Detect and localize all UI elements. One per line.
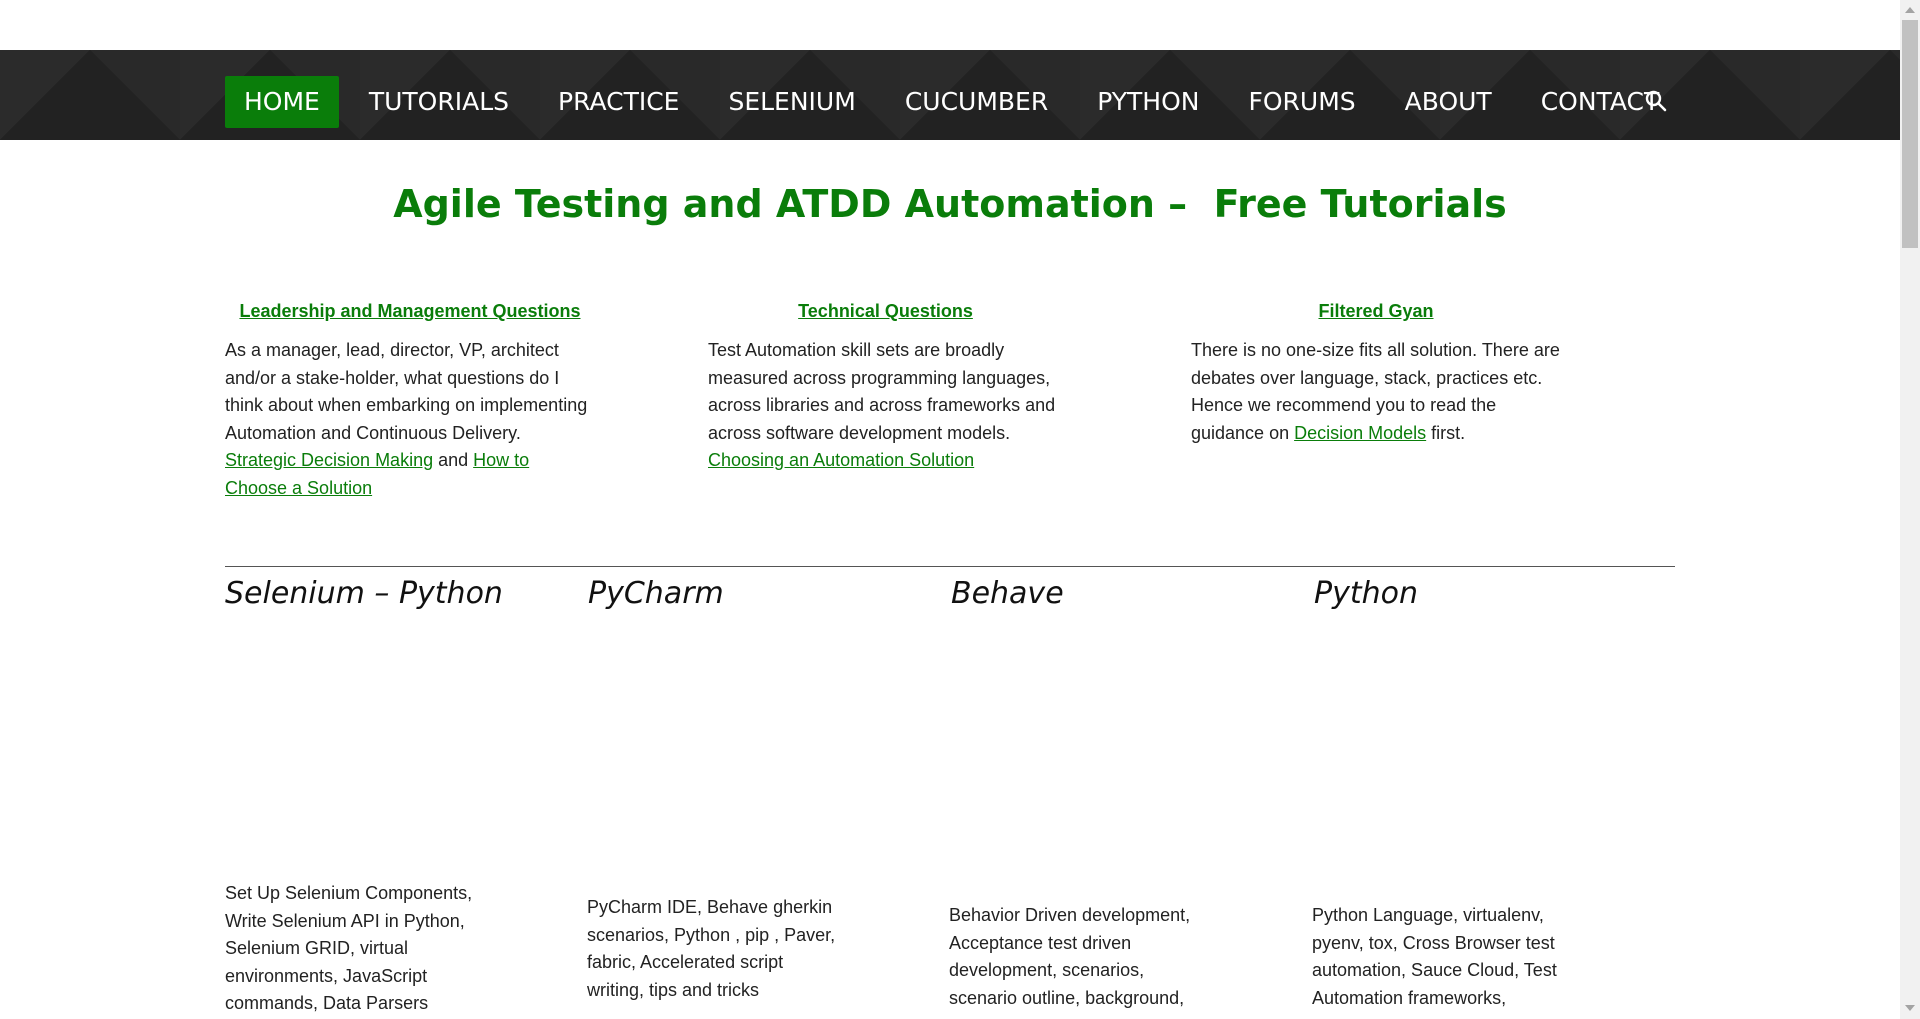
leadership-heading-link[interactable]: Leadership and Management Questions xyxy=(225,299,595,323)
tile-desc-pycharm: PyCharm IDE, Behave gherkin scenarios, P… xyxy=(587,897,836,1000)
section-divider xyxy=(225,566,1675,567)
nav-python[interactable]: PYTHON xyxy=(1078,76,1218,128)
gyan-text: There is no one-size fits all solution. … xyxy=(1191,337,1561,447)
leadership-body: As a manager, lead, director, VP, archit… xyxy=(225,340,588,443)
tile-title-selenium-python[interactable]: Selenium – Python xyxy=(225,576,503,611)
tile-desc-behave: Behavior Driven development, Acceptance … xyxy=(949,905,1191,1008)
nav-forums[interactable]: FORUMS xyxy=(1229,76,1374,128)
gyan-column: Filtered Gyan There is no one-size fits … xyxy=(1191,299,1561,447)
technical-heading-link[interactable]: Technical Questions xyxy=(708,299,1063,323)
nav-selenium[interactable]: SELENIUM xyxy=(709,76,874,128)
scrollbar-thumb[interactable] xyxy=(1902,20,1918,248)
tile-desc-python: Python Language, virtualenv, pyenv, tox,… xyxy=(1312,905,1557,1008)
page-title: Agile Testing and ATDD Automation – Free… xyxy=(393,182,1507,226)
gyan-suffix: first. xyxy=(1426,422,1466,443)
technical-column: Technical Questions Test Automation skil… xyxy=(708,299,1063,475)
tile-title-behave[interactable]: Behave xyxy=(951,576,1064,611)
tile-title-pycharm[interactable]: PyCharm xyxy=(588,576,724,611)
nav-home[interactable]: HOME xyxy=(225,76,339,128)
leadership-joiner: and xyxy=(433,450,474,470)
tile-desc-selenium-python: Set Up Selenium Components, Write Seleni… xyxy=(225,883,473,1013)
vertical-scrollbar[interactable] xyxy=(1900,0,1920,1019)
tile-title-python[interactable]: Python xyxy=(1314,576,1418,611)
nav-cucumber[interactable]: CUCUMBER xyxy=(886,76,1067,128)
gyan-heading-link[interactable]: Filtered Gyan xyxy=(1191,299,1561,323)
leadership-text: As a manager, lead, director, VP, archit… xyxy=(225,337,595,502)
scroll-up-arrow-icon[interactable] xyxy=(1905,7,1915,13)
leadership-column: Leadership and Management Questions As a… xyxy=(225,299,595,502)
nav-tutorials[interactable]: TUTORIALS xyxy=(350,76,528,128)
main-nav: HOME TUTORIALS PRACTICE SELENIUM CUCUMBE… xyxy=(225,76,1689,128)
nav-practice[interactable]: PRACTICE xyxy=(539,76,698,128)
technical-body: Test Automation skill sets are broadly m… xyxy=(708,340,1056,443)
scroll-down-arrow-icon[interactable] xyxy=(1905,1005,1915,1011)
nav-about[interactable]: ABOUT xyxy=(1386,76,1511,128)
search-icon[interactable] xyxy=(1643,88,1669,114)
choosing-automation-link[interactable]: Choosing an Automation Solution xyxy=(708,450,974,470)
technical-text: Test Automation skill sets are broadly m… xyxy=(708,337,1063,475)
decision-models-link[interactable]: Decision Models xyxy=(1294,423,1426,443)
strategic-decision-link[interactable]: Strategic Decision Making xyxy=(225,450,433,470)
